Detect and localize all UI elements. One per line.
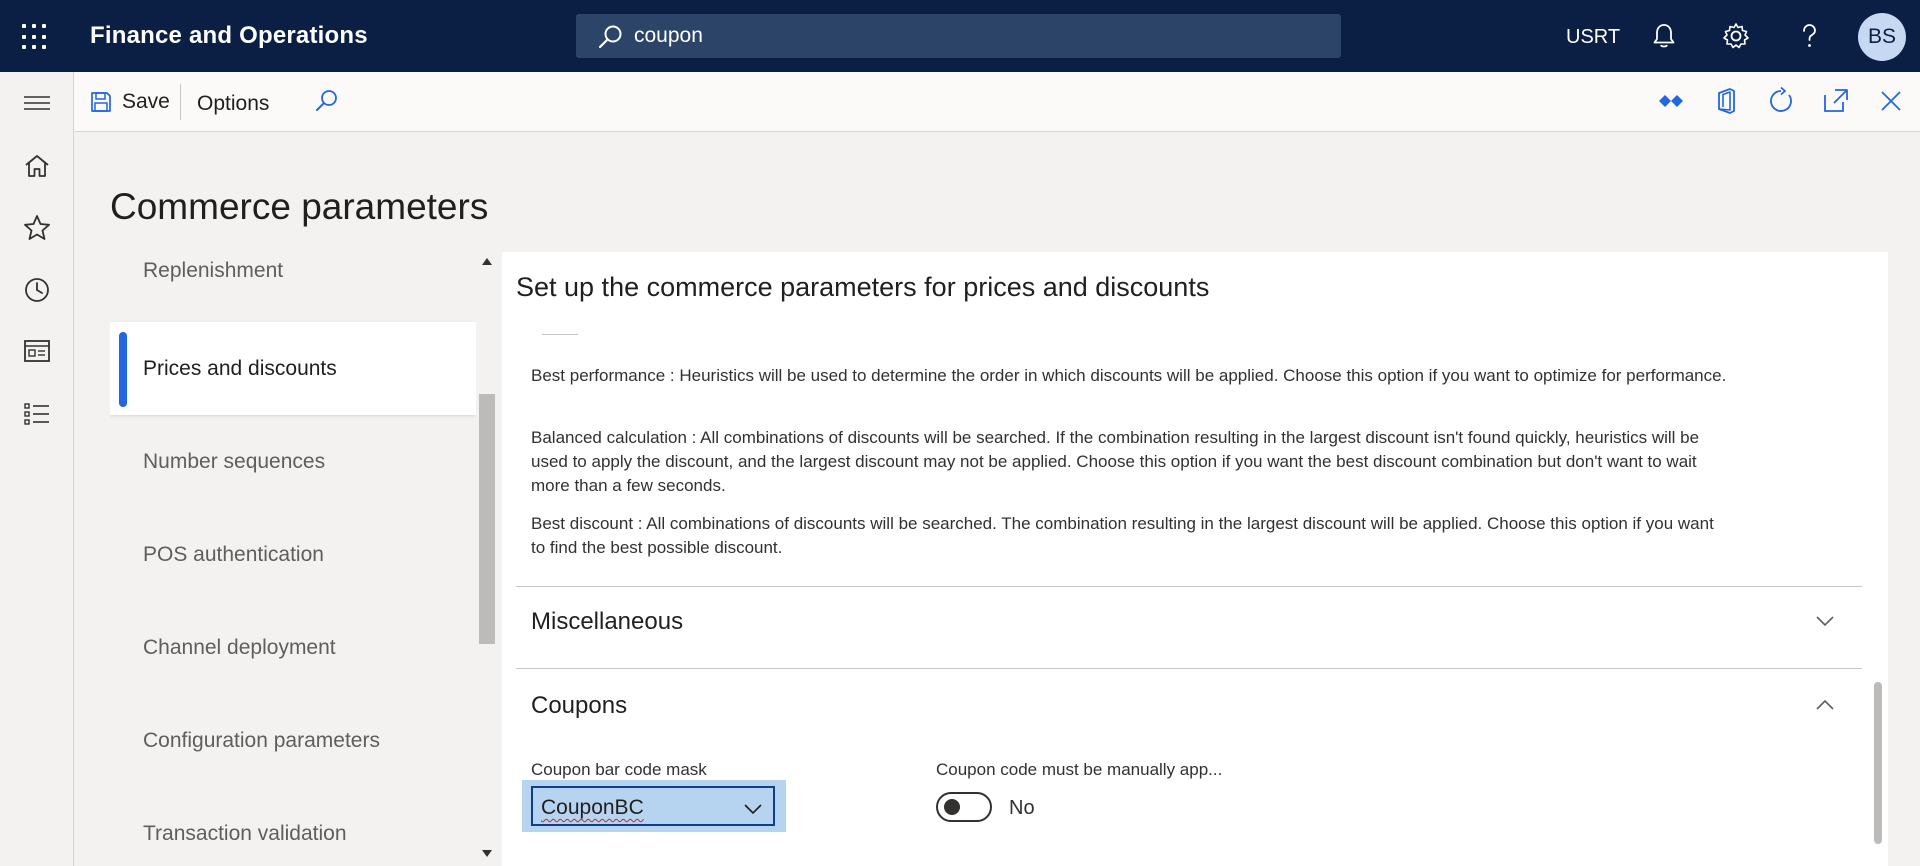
- nav-item-label: Prices and discounts: [143, 356, 337, 380]
- nav-item-channel-deployment[interactable]: Channel deployment: [110, 601, 476, 694]
- nav-item-number-sequences[interactable]: Number sequences: [110, 415, 476, 508]
- nav-item-configuration-parameters[interactable]: Configuration parameters: [110, 694, 476, 787]
- coupon-manual-apply-toggle[interactable]: [936, 792, 992, 822]
- help-icon[interactable]: [1793, 20, 1825, 52]
- scroll-down-arrow-icon[interactable]: [482, 850, 492, 857]
- nav-item-replenishment[interactable]: Replenishment: [110, 250, 476, 317]
- chevron-up-icon[interactable]: [1814, 694, 1836, 716]
- action-search-icon[interactable]: [314, 88, 340, 114]
- save-button[interactable]: Save: [90, 86, 170, 118]
- hamburger-menu-icon[interactable]: [22, 88, 52, 118]
- nav-item-transaction-validation[interactable]: Transaction validation: [110, 787, 476, 866]
- scrollbar-thumb[interactable]: [479, 394, 495, 644]
- field-divider: [542, 334, 578, 335]
- user-avatar[interactable]: BS: [1858, 13, 1906, 61]
- parameters-tab-list: Replenishment Prices and discounts Numbe…: [110, 250, 476, 866]
- chevron-down-icon[interactable]: [1814, 610, 1836, 632]
- search-icon: [598, 25, 622, 49]
- action-pane-divider: [180, 84, 181, 120]
- coupon-manual-apply-value: No: [1009, 797, 1035, 819]
- coupons-section-header[interactable]: Coupons: [531, 692, 627, 720]
- scroll-up-arrow-icon[interactable]: [482, 258, 492, 265]
- refresh-icon[interactable]: [1766, 86, 1796, 116]
- app-launcher-icon[interactable]: [22, 24, 48, 50]
- recent-clock-icon[interactable]: [22, 275, 52, 305]
- balanced-calculation-description: Balanced calculation : All combinations …: [531, 428, 1700, 495]
- best-discount-description: Best discount : All combinations of disc…: [531, 514, 1714, 557]
- page-title: Commerce parameters: [110, 186, 489, 227]
- best-performance-description: Best performance : Heuristics will be us…: [531, 366, 1727, 385]
- office-icon[interactable]: [1711, 86, 1741, 116]
- content-title: Set up the commerce parameters for price…: [516, 272, 1210, 302]
- power-apps-diamond-icon[interactable]: [1656, 86, 1686, 116]
- close-icon[interactable]: [1876, 86, 1906, 116]
- coupon-bar-code-mask-selection-highlight: CouponBC: [522, 780, 786, 832]
- miscellaneous-section-header[interactable]: Miscellaneous: [531, 608, 683, 636]
- content-scrollbar-thumb[interactable]: [1874, 682, 1882, 844]
- action-pane: Save Options: [74, 72, 1920, 132]
- nav-item-label: Configuration parameters: [143, 728, 380, 752]
- chevron-down-icon[interactable]: [743, 799, 763, 819]
- left-nav-rail: [0, 72, 74, 866]
- save-button-label: Save: [122, 90, 170, 113]
- save-floppy-icon: [91, 92, 111, 112]
- nav-item-label: Transaction validation: [143, 821, 347, 845]
- coupon-bar-code-mask-value: CouponBC: [541, 796, 644, 819]
- coupon-bar-code-mask-dropdown[interactable]: CouponBC: [531, 786, 775, 826]
- content-panel: Set up the commerce parameters for price…: [502, 252, 1888, 866]
- gear-icon[interactable]: [1720, 20, 1752, 52]
- nav-item-label: POS authentication: [143, 542, 324, 566]
- home-icon[interactable]: [22, 151, 52, 181]
- nav-item-label: Replenishment: [143, 258, 284, 282]
- global-search-input[interactable]: [634, 20, 1324, 52]
- nav-item-label: Channel deployment: [143, 635, 336, 659]
- coupon-bar-code-mask-label: Coupon bar code mask: [531, 760, 707, 779]
- open-in-new-window-icon[interactable]: [1821, 86, 1851, 116]
- top-nav-bar: Finance and Operations USRT BS: [0, 0, 1920, 72]
- section-divider: [516, 586, 1862, 587]
- nav-list-scrollbar[interactable]: [476, 250, 498, 866]
- company-selector[interactable]: USRT: [1566, 26, 1620, 49]
- nav-item-label: Number sequences: [143, 449, 326, 473]
- app-title[interactable]: Finance and Operations: [90, 22, 368, 50]
- modules-list-icon[interactable]: [22, 399, 52, 429]
- nav-item-pos-authentication[interactable]: POS authentication: [110, 508, 476, 601]
- global-search-box[interactable]: [576, 14, 1341, 58]
- workspaces-icon[interactable]: [22, 336, 52, 366]
- selected-indicator: [119, 332, 127, 407]
- favorites-star-icon[interactable]: [22, 213, 52, 243]
- options-tab[interactable]: Options: [197, 92, 269, 116]
- bell-icon[interactable]: [1648, 20, 1680, 52]
- section-divider: [516, 668, 1862, 669]
- coupon-manual-apply-label: Coupon code must be manually app...: [936, 760, 1223, 779]
- nav-item-prices-and-discounts[interactable]: Prices and discounts: [110, 322, 476, 415]
- toggle-knob: [944, 799, 960, 815]
